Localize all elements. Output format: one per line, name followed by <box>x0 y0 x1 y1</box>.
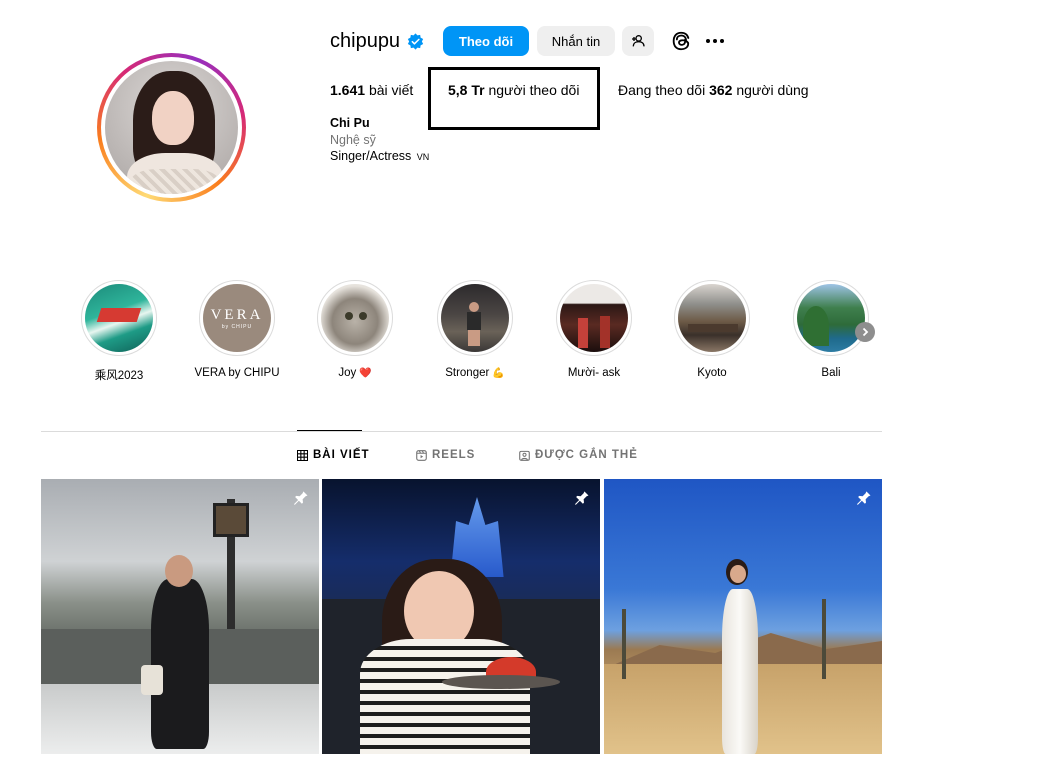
pin-icon <box>857 489 871 505</box>
highlight-label: VERA by CHIPU <box>194 367 280 379</box>
full-name: Chi Pu <box>330 116 370 130</box>
highlight-item[interactable]: Mười- ask <box>544 280 644 379</box>
tab-reels-label: REELS <box>432 449 476 461</box>
profile-avatar[interactable] <box>97 53 246 202</box>
highlight-label: 乘风2023 <box>94 370 144 382</box>
tab-posts-label: BÀI VIẾT <box>313 449 370 461</box>
active-tab-indicator <box>297 430 362 431</box>
post-tile[interactable] <box>41 479 319 754</box>
posts-count: 1.641 bài viết <box>330 82 414 98</box>
tab-posts[interactable]: BÀI VIẾT <box>297 449 370 461</box>
vera-logo-text: VERA <box>210 306 264 323</box>
muscle-emoji: 💪 <box>492 367 505 379</box>
verified-badge-icon <box>407 32 424 50</box>
vera-logo-sub: by CHIPU <box>221 323 253 330</box>
message-button[interactable]: Nhắn tin <box>537 26 615 56</box>
tab-tagged-label: ĐƯỢC GẮN THẺ <box>535 449 638 461</box>
highlight-item[interactable]: VERA by CHIPU VERA by CHIPU <box>187 280 287 379</box>
threads-icon[interactable] <box>670 30 692 52</box>
username[interactable]: chipupu <box>330 30 400 53</box>
highlight-label: Kyoto <box>697 367 727 379</box>
add-user-icon <box>632 35 645 47</box>
more-icon[interactable] <box>704 33 726 49</box>
highlight-label: Bali <box>821 367 841 379</box>
follow-button[interactable]: Theo dõi <box>443 26 529 56</box>
grid-icon <box>297 449 308 461</box>
suggest-user-button[interactable] <box>622 26 654 56</box>
annotation-box <box>428 67 600 130</box>
post-tile[interactable] <box>604 479 882 754</box>
highlight-label: Mười- ask <box>567 367 621 379</box>
tagged-icon <box>519 450 530 461</box>
pin-icon <box>294 489 308 505</box>
following-link[interactable]: Đang theo dõi 362 người dùng <box>618 82 809 98</box>
highlight-label: Stronger <box>445 367 490 379</box>
tab-tagged[interactable]: ĐƯỢC GẮN THẺ <box>519 449 638 461</box>
highlight-item[interactable]: Stronger 💪 <box>425 280 525 379</box>
tabs-divider <box>41 431 882 432</box>
username-row: chipupu <box>330 26 424 56</box>
pin-icon <box>575 489 589 505</box>
category-label: Nghệ sỹ <box>330 133 376 147</box>
tab-reels[interactable]: REELS <box>416 449 475 461</box>
highlight-item[interactable]: 乘风2023 <box>69 280 169 383</box>
highlights-next-button[interactable] <box>855 322 875 342</box>
highlight-label: Joy <box>338 367 357 379</box>
heart-emoji: ❤️ <box>359 367 372 379</box>
bio: Singer/Actress VN <box>330 149 430 163</box>
highlight-item[interactable]: Kyoto <box>662 280 762 379</box>
reels-icon <box>416 449 427 461</box>
chevron-right-icon <box>862 327 869 337</box>
highlight-item[interactable]: Joy ❤️ <box>305 280 405 379</box>
post-tile[interactable] <box>322 479 600 754</box>
